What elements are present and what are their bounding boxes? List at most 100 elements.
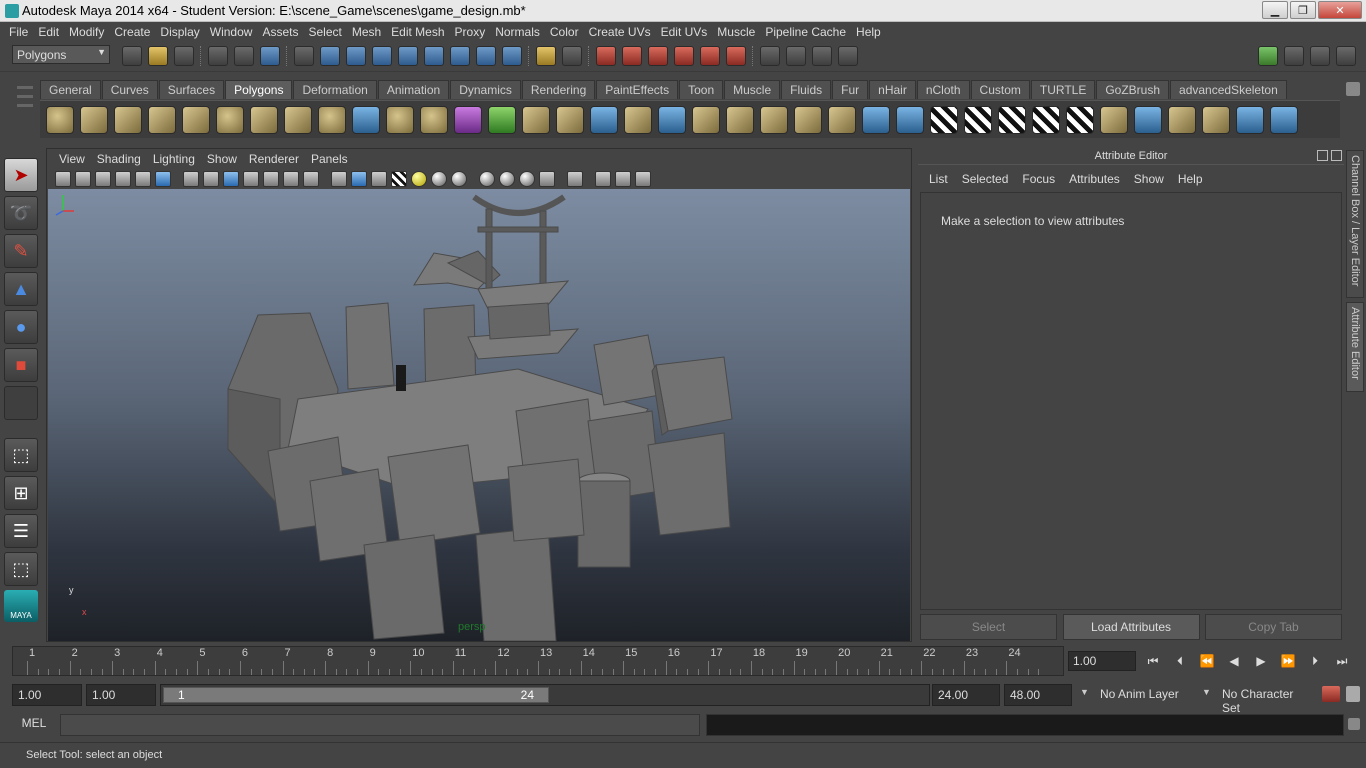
- select-button[interactable]: Select: [920, 614, 1057, 640]
- play-forwards-icon[interactable]: ▶: [1252, 653, 1270, 669]
- command-input[interactable]: [60, 714, 700, 736]
- menu-color[interactable]: Color: [545, 25, 584, 39]
- select-tool-button[interactable]: ➤: [4, 158, 38, 192]
- textured-icon[interactable]: [391, 171, 407, 187]
- close-panel-icon[interactable]: [1331, 150, 1342, 161]
- automatic-mapping-icon[interactable]: [1032, 105, 1060, 134]
- split-polygon-icon[interactable]: [624, 105, 652, 134]
- select-object-icon[interactable]: [234, 46, 254, 66]
- show-tool-settings-icon[interactable]: [1310, 46, 1330, 66]
- uv-checker-icon[interactable]: [1066, 105, 1094, 134]
- rotate-tool-button[interactable]: ●: [4, 310, 38, 344]
- lasso-tool-button[interactable]: ➰: [4, 196, 38, 230]
- script-editor-icon[interactable]: [1348, 718, 1360, 730]
- smooth-icon[interactable]: [488, 105, 516, 134]
- last-tool-button[interactable]: [4, 386, 38, 420]
- scale-tool-button[interactable]: ■: [4, 348, 38, 382]
- show-attribute-editor-icon[interactable]: [1284, 46, 1304, 66]
- shelf-tab-rendering[interactable]: Rendering: [521, 80, 596, 99]
- auto-key-icon[interactable]: [1322, 686, 1340, 702]
- highlight-selection-icon[interactable]: [562, 46, 582, 66]
- grid-toggle-icon[interactable]: [155, 171, 171, 187]
- bridge-icon[interactable]: [556, 105, 584, 134]
- ae-menu-list[interactable]: List: [922, 172, 955, 186]
- shelf-tab-painteffects[interactable]: PaintEffects: [596, 80, 679, 99]
- shelf-tab-nhair[interactable]: nHair: [869, 80, 916, 99]
- make-live-icon[interactable]: [700, 46, 720, 66]
- shelf-tab-ncloth[interactable]: nCloth: [916, 80, 970, 99]
- menu-display[interactable]: Display: [155, 25, 204, 39]
- resolution-gate-icon[interactable]: [203, 171, 219, 187]
- play-backwards-icon[interactable]: ◀: [1225, 653, 1243, 669]
- shelf-tab-deformation[interactable]: Deformation: [293, 80, 377, 99]
- ambient-occlusion-icon[interactable]: [451, 171, 467, 187]
- x-ray-icon[interactable]: [539, 171, 555, 187]
- playback-start-field[interactable]: 1.00: [86, 684, 156, 706]
- snap-point-icon[interactable]: [648, 46, 668, 66]
- film-gate-icon[interactable]: [183, 171, 199, 187]
- shelf-tab-dynamics[interactable]: Dynamics: [450, 80, 521, 99]
- depth-of-field-icon[interactable]: [519, 171, 535, 187]
- ae-menu-attributes[interactable]: Attributes: [1062, 172, 1127, 186]
- time-slider[interactable]: 1 2 3 4 5 6 7 8 9 10 11 12 13 14 15 16 17 18 19 20 21 22 23 24: [12, 646, 1064, 676]
- shelf-tab-gozbrush[interactable]: GoZBrush: [1096, 80, 1170, 99]
- animation-end-field[interactable]: 48.00: [1004, 684, 1072, 706]
- menu-modify[interactable]: Modify: [64, 25, 109, 39]
- ae-menu-focus[interactable]: Focus: [1015, 172, 1062, 186]
- text-overlay-icon[interactable]: [303, 171, 319, 187]
- menu-select[interactable]: Select: [303, 25, 346, 39]
- bevel-icon[interactable]: [760, 105, 788, 134]
- viewport-menu-view[interactable]: View: [53, 152, 91, 166]
- backface-culling-icon[interactable]: [635, 171, 651, 187]
- go-to-start-icon[interactable]: ⏮: [1144, 653, 1162, 669]
- offset-edge-loop-icon[interactable]: [692, 105, 720, 134]
- select-component-icon[interactable]: [260, 46, 280, 66]
- viewport-menu-shading[interactable]: Shading: [91, 152, 147, 166]
- append-polygon-icon[interactable]: [590, 105, 618, 134]
- snap-grid-icon[interactable]: [596, 46, 616, 66]
- menu-muscle[interactable]: Muscle: [712, 25, 760, 39]
- character-set-dropdown[interactable]: ▼ No Character Set: [1202, 684, 1318, 715]
- single-pane-layout-button[interactable]: ⬚: [4, 438, 38, 472]
- shelf-tab-toon[interactable]: Toon: [679, 80, 724, 99]
- joint-tool-icon[interactable]: [1270, 105, 1298, 134]
- range-slider-handle[interactable]: 1 24: [163, 687, 549, 703]
- shelf-tab-general[interactable]: General: [40, 80, 101, 99]
- tab-attribute-editor[interactable]: Attribute Editor: [1346, 302, 1364, 392]
- ae-menu-selected[interactable]: Selected: [955, 172, 1016, 186]
- menu-help[interactable]: Help: [851, 25, 886, 39]
- anti-aliasing-icon[interactable]: [499, 171, 515, 187]
- current-frame-field[interactable]: 1.00: [1068, 651, 1136, 671]
- render-frame-icon[interactable]: [786, 46, 806, 66]
- render-settings-icon[interactable]: [838, 46, 858, 66]
- trash-icon[interactable]: [1346, 82, 1360, 96]
- minimize-button[interactable]: ▁: [1262, 1, 1288, 19]
- menu-edit-mesh[interactable]: Edit Mesh: [386, 25, 449, 39]
- menu-proxy[interactable]: Proxy: [450, 25, 491, 39]
- mirror-geometry-icon[interactable]: [454, 105, 482, 134]
- poly-soccer-ball-icon[interactable]: [318, 105, 346, 134]
- select-dynamics-icon[interactable]: [450, 46, 470, 66]
- boolean-icon[interactable]: [420, 105, 448, 134]
- shelf-tab-animation[interactable]: Animation: [377, 80, 450, 99]
- select-joints-icon[interactable]: [346, 46, 366, 66]
- menu-file[interactable]: File: [4, 25, 33, 39]
- copy-tab-button[interactable]: Copy Tab: [1205, 614, 1342, 640]
- poly-cylinder-icon[interactable]: [114, 105, 142, 134]
- 3d-viewport[interactable]: y x persp: [48, 189, 910, 641]
- snap-view-plane-icon[interactable]: [674, 46, 694, 66]
- shelf-tab-turtle[interactable]: TURTLE: [1030, 80, 1096, 99]
- uv-layout-icon[interactable]: [1100, 105, 1128, 134]
- gate-mask-icon[interactable]: [223, 171, 239, 187]
- cylindrical-mapping-icon[interactable]: [964, 105, 992, 134]
- extrude-icon[interactable]: [522, 105, 550, 134]
- delete-history-icon[interactable]: [1202, 105, 1230, 134]
- paint-select-tool-button[interactable]: ✎: [4, 234, 38, 268]
- menu-create[interactable]: Create: [109, 25, 155, 39]
- wireframe-on-shaded-icon[interactable]: [371, 171, 387, 187]
- select-misc-icon[interactable]: [502, 46, 522, 66]
- shelf-tab-fur[interactable]: Fur: [832, 80, 869, 99]
- magnet-icon[interactable]: [726, 46, 746, 66]
- viewport-menu-renderer[interactable]: Renderer: [243, 152, 305, 166]
- planar-mapping-icon[interactable]: [930, 105, 958, 134]
